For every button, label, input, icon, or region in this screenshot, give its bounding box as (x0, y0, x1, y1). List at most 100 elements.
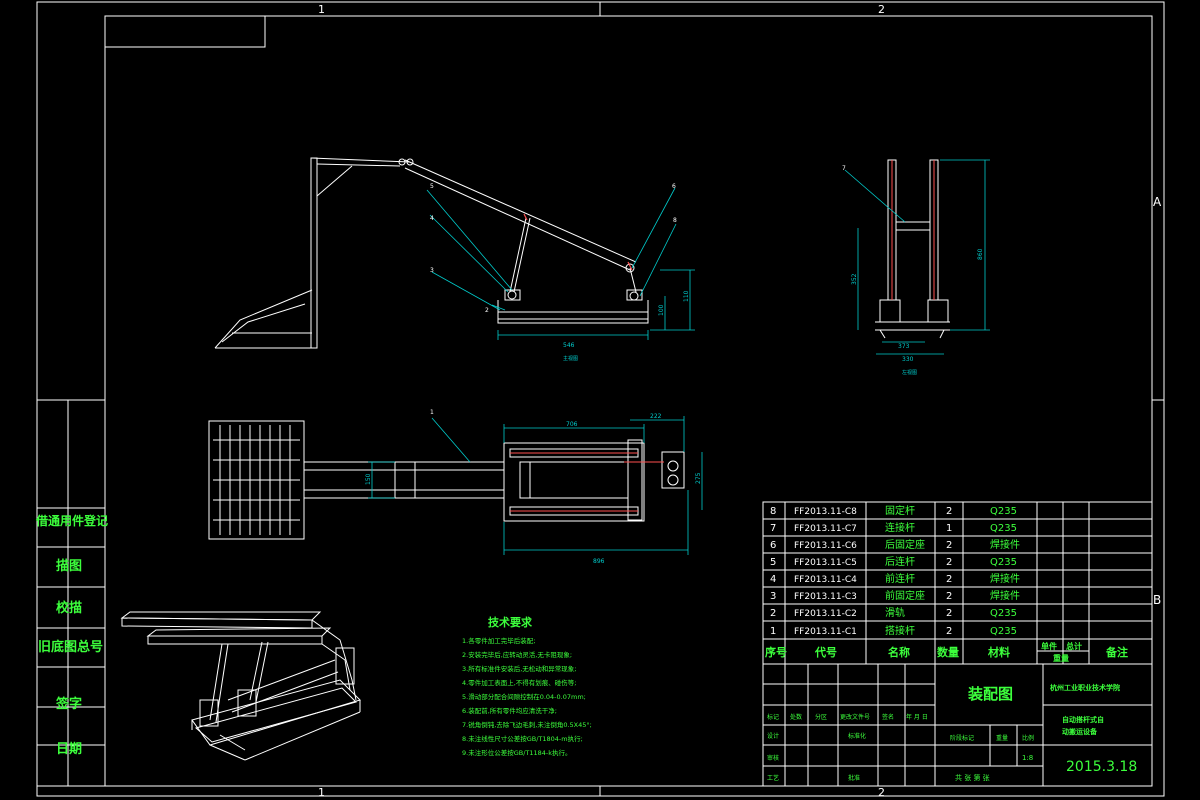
tb-label: 签名 (882, 713, 894, 721)
tech-req-line-2: 2.安装完毕后,应转动灵活,无卡阻现象; (462, 650, 572, 659)
title-block-labels: 标记 处数 分区 更改文件号 签名 年 月 日 设计 标准化 阶段标记 重量 比… (767, 713, 1034, 782)
isometric-view (120, 611, 361, 761)
view-label-front: 主视图 (563, 355, 578, 362)
dim-373: 373 (898, 343, 910, 350)
side-view (875, 159, 950, 339)
part-code: FF2013.11-C8 (794, 507, 857, 517)
header-qty: 数量 (937, 645, 959, 659)
part-material: Q235 (990, 608, 1017, 619)
zone-top-1: 1 (318, 3, 325, 16)
tech-req-line-3: 3.所有标准件安装后,无松动和异常现象; (462, 664, 576, 673)
part-no: 6 (770, 540, 776, 551)
left-col-label-0: 借通用件登记 (35, 513, 108, 528)
part-code: FF2013.11-C6 (794, 541, 857, 551)
product-name-1: 自动搭杆式自 (1062, 715, 1104, 724)
part-code: FF2013.11-C4 (794, 575, 857, 585)
part-name: 后连杆 (885, 555, 915, 568)
header-note: 备注 (1105, 645, 1128, 659)
dim-275: 275 (695, 472, 702, 484)
tech-req-line-9: 9.未注形位公差按GB/T1184-k执行。 (462, 748, 572, 757)
tb-label: 工艺 (767, 774, 779, 782)
part-qty: 2 (946, 506, 952, 517)
part-name: 前固定座 (885, 589, 925, 602)
header-code: 代号 (814, 645, 837, 659)
tb-label: 阶段标记 (950, 734, 974, 742)
balloon-6: 6 (672, 183, 676, 190)
parts-row: 4 FF2013.11-C4 前连杆 2 焊接件 (770, 572, 1020, 585)
part-no: 5 (770, 557, 776, 568)
tech-req-line-4: 4.零件加工表面上,不得有划痕、碰伤等; (462, 678, 576, 687)
balloon-2: 2 (485, 307, 489, 314)
part-code: FF2013.11-C3 (794, 592, 857, 602)
left-col-label-3: 旧底图总号 (38, 639, 103, 655)
header-total: 总计 (1066, 641, 1082, 651)
part-no: 1 (770, 626, 776, 637)
parts-row: 2 FF2013.11-C2 滑轨 2 Q235 (770, 606, 1017, 619)
part-material: 焊接件 (990, 589, 1020, 602)
part-qty: 2 (946, 591, 952, 602)
part-material: Q235 (990, 506, 1017, 517)
part-name: 滑轨 (885, 606, 905, 619)
left-col-label-4: 签字 (55, 696, 82, 712)
tech-req-line-6: 6.装配前,所有零件均应清洗干净; (462, 706, 557, 715)
tb-label: 分区 (815, 713, 827, 721)
header-name: 名称 (888, 645, 910, 659)
tb-label: 标准化 (848, 732, 866, 740)
part-name: 固定杆 (885, 504, 915, 517)
balloon-8: 8 (673, 217, 677, 224)
tb-label: 年 月 日 (906, 713, 928, 721)
view-label-side: 左视图 (902, 369, 917, 376)
tb-label: 比例 (1022, 734, 1034, 742)
left-col-label-1: 描图 (56, 558, 82, 574)
part-material: 焊接件 (990, 572, 1020, 585)
front-view-red-parts (523, 213, 633, 271)
tb-label: 处数 (790, 713, 802, 721)
part-name: 前连杆 (885, 572, 915, 585)
tech-req-line-7: 7.锐角倒钝,去除飞边毛刺,未注倒角0.5X45°; (462, 720, 592, 729)
dim-706: 706 (566, 421, 578, 428)
part-no: 2 (770, 608, 776, 619)
part-no: 8 (770, 506, 776, 517)
tb-label: 更改文件号 (840, 713, 870, 721)
parts-header: 序号 代号 名称 数量 材料 单件 总计 重量 备注 (765, 641, 1128, 663)
parts-row: 6 FF2013.11-C6 后固定座 2 焊接件 (770, 538, 1020, 551)
header-material: 材料 (988, 645, 1010, 659)
dim-150: 150 (365, 473, 372, 485)
zone-right-B: B (1153, 593, 1161, 607)
left-column-grid (37, 400, 105, 787)
drawing-title: 装配图 (967, 685, 1013, 703)
dim-222: 222 (650, 413, 662, 420)
part-code: FF2013.11-C7 (794, 524, 857, 534)
part-qty: 2 (946, 574, 952, 585)
balloon-3: 3 (430, 267, 434, 274)
zone-top-2: 2 (878, 3, 885, 16)
part-name: 后固定座 (885, 538, 925, 551)
zone-bottom-2: 2 (878, 786, 885, 799)
tb-label: 重量 (996, 734, 1008, 742)
part-qty: 2 (946, 540, 952, 551)
part-material: 焊接件 (990, 538, 1020, 551)
tb-sheets: 共 张 第 张 (955, 773, 990, 782)
tb-label: 批准 (848, 774, 860, 782)
product-name-2: 动搬运设备 (1062, 727, 1098, 736)
part-qty: 2 (946, 626, 952, 637)
header-no: 序号 (765, 645, 787, 659)
dim-546: 546 (563, 342, 575, 349)
part-material: Q235 (990, 523, 1017, 534)
drawing-date: 2015.3.18 (1066, 759, 1137, 775)
part-qty: 2 (946, 608, 952, 619)
tech-req-lines: 1.各零件加工完毕后装配; 2.安装完毕后,应转动灵活,无卡阻现象; 3.所有标… (462, 636, 592, 757)
tech-req-line-5: 5.滑动部分配合间隙控制在0.04-0.07mm; (462, 692, 586, 701)
part-material: Q235 (990, 557, 1017, 568)
balloon-7: 7 (842, 165, 846, 172)
tb-label: 审核 (767, 754, 779, 762)
parts-row: 7 FF2013.11-C7 连接杆 1 Q235 (770, 521, 1017, 534)
tb-label: 设计 (767, 732, 779, 740)
part-no: 7 (770, 523, 776, 534)
balloon-5: 5 (430, 183, 434, 190)
tech-req-line-8: 8.未注线性尺寸公差按GB/T1804-m执行; (462, 734, 583, 743)
part-code: FF2013.11-C2 (794, 609, 857, 619)
part-qty: 1 (946, 523, 952, 534)
part-code: FF2013.11-C5 (794, 558, 857, 568)
company-name: 杭州工业职业技术学院 (1050, 683, 1120, 692)
